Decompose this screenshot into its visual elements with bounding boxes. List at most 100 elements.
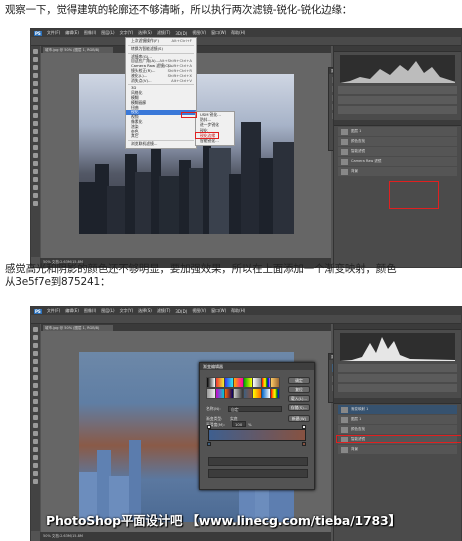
tool-icon[interactable]	[33, 375, 38, 380]
color-stop-start[interactable]	[207, 442, 211, 446]
menu-item[interactable]: 视图(V)	[192, 30, 206, 36]
menu-item-label: 转换为智能滤镜(S)	[131, 45, 163, 51]
menu-item[interactable]: 滤镜(T)	[157, 308, 171, 314]
tool-icon[interactable]	[33, 359, 38, 364]
tool-icon[interactable]	[33, 161, 38, 166]
new-button[interactable]: 新建(W)	[288, 415, 310, 422]
menu-item[interactable]: 图像(I)	[84, 308, 96, 314]
menu-item[interactable]: 图像(I)	[84, 30, 96, 36]
tool-icon[interactable]	[33, 121, 38, 126]
filter-menu-item[interactable]: 转换为智能滤镜(S)	[126, 45, 196, 52]
tool-icon[interactable]	[33, 327, 38, 332]
tool-icon[interactable]	[33, 57, 38, 62]
name-field[interactable]: 自定	[228, 406, 282, 412]
menu-item[interactable]: 3D(D)	[175, 309, 187, 314]
tool-icon[interactable]	[33, 129, 38, 134]
menu-item[interactable]: 文字(Y)	[120, 308, 134, 314]
filter-menu-item[interactable]: 浏览联机滤镜...	[126, 141, 196, 147]
layer-row[interactable]: 图层 1	[338, 415, 457, 424]
caption-step2-line2: 从3e5f7e到875241：	[5, 276, 111, 288]
tool-icon[interactable]	[33, 399, 38, 404]
document-tab[interactable]: 城市.jpg @ 50% (图层 1, RGB/8)	[43, 325, 113, 331]
tool-icon[interactable]	[33, 201, 38, 206]
layer-row[interactable]: Camera Raw 滤镜	[338, 157, 457, 166]
menu-item[interactable]: 帮助(H)	[231, 30, 245, 36]
layer-thumbnail	[341, 416, 348, 423]
status-bar: 50% 文档:2.63M/15.8M	[40, 532, 331, 541]
smoothness-field[interactable]: 100	[232, 421, 246, 427]
filter-menu-item[interactable]: 其它	[126, 133, 196, 139]
tool-icon[interactable]	[33, 49, 38, 54]
photoshop-window-1: PS 文件(F) 编辑(E) 图像(I) 图层(L) 文字(Y) 选择(S) 滤镜(T) 3D(…	[30, 28, 462, 268]
ok-button[interactable]: 确定	[288, 377, 310, 384]
options-bar	[31, 315, 461, 324]
tool-icon[interactable]	[33, 439, 38, 444]
menu-item[interactable]: 编辑(E)	[65, 308, 79, 314]
tool-icon[interactable]	[33, 383, 38, 388]
filter-menu-item[interactable]: 上次滤镜操作(F) Alt+Ctrl+F	[126, 38, 196, 44]
tool-icon[interactable]	[33, 73, 38, 78]
reset-button[interactable]: 复位	[288, 386, 310, 393]
layer-row[interactable]: 背景	[338, 445, 457, 454]
menu-item[interactable]: 编辑(E)	[65, 30, 79, 36]
menu-item[interactable]: 图层(L)	[101, 308, 114, 314]
color-stop-end[interactable]	[302, 442, 306, 446]
tool-icon[interactable]	[33, 471, 38, 476]
tool-icon[interactable]	[33, 463, 38, 468]
tool-icon[interactable]	[33, 343, 38, 348]
menu-item[interactable]: 选择(S)	[138, 30, 152, 36]
layer-row[interactable]: 颜色查找	[338, 425, 457, 434]
tool-icon[interactable]	[33, 137, 38, 142]
menu-item[interactable]: 图层(L)	[101, 30, 114, 36]
tool-icon[interactable]	[33, 423, 38, 428]
tool-icon[interactable]	[33, 431, 38, 436]
load-button[interactable]: 载入(L)...	[288, 395, 310, 402]
menu-item[interactable]: 文件(F)	[47, 308, 60, 314]
stops-panel	[208, 469, 308, 478]
tool-icon[interactable]	[33, 113, 38, 118]
tool-icon[interactable]	[33, 335, 38, 340]
tool-icon[interactable]	[33, 367, 38, 372]
menu-item[interactable]: 窗口(W)	[211, 30, 226, 36]
tool-icon[interactable]	[33, 455, 38, 460]
menu-item[interactable]: 文件(F)	[47, 30, 60, 36]
layer-row[interactable]: 图层 1	[338, 127, 457, 136]
layer-row[interactable]: 背景	[338, 167, 457, 176]
menu-item[interactable]: 帮助(H)	[231, 308, 245, 314]
tool-icon[interactable]	[33, 391, 38, 396]
layer-row[interactable]: 颜色查找	[338, 137, 457, 146]
menu-item[interactable]: 窗口(W)	[211, 308, 226, 314]
menu-item[interactable]: 3D(D)	[175, 31, 187, 36]
menu-item[interactable]: 文字(Y)	[120, 30, 134, 36]
tool-icon[interactable]	[33, 177, 38, 182]
save-button[interactable]: 存储(S)...	[288, 404, 310, 411]
layer-name: Camera Raw 滤镜	[351, 159, 382, 163]
tool-icon[interactable]	[33, 415, 38, 420]
layer-row[interactable]: 智能滤镜	[338, 147, 457, 156]
menu-bar: PS 文件(F) 编辑(E) 图像(I) 图层(L) 文字(Y) 选择(S) 滤镜(T) 3D(…	[31, 307, 461, 315]
tool-icon[interactable]	[33, 407, 38, 412]
tool-icon[interactable]	[33, 193, 38, 198]
tool-icon[interactable]	[33, 185, 38, 190]
gradient-bar[interactable]	[208, 429, 306, 441]
smoothness-unit: %	[248, 422, 252, 427]
tool-icon[interactable]	[33, 145, 38, 150]
tool-icon[interactable]	[33, 153, 38, 158]
tool-icon[interactable]	[33, 351, 38, 356]
tool-icon[interactable]	[33, 105, 38, 110]
menu-item[interactable]: 视图(V)	[192, 308, 206, 314]
right-panels: 图层 1 颜色查找 智能滤镜 Camera Raw 滤镜背景	[333, 46, 461, 267]
tool-icon[interactable]	[33, 81, 38, 86]
tool-icon[interactable]	[33, 89, 38, 94]
gradient-editor-dialog: 渐变编辑器 确定 复位 载入(L)... 存储(S)... 名称(N): 自定 …	[199, 362, 315, 490]
tool-icon[interactable]	[33, 169, 38, 174]
menu-item[interactable]: 选择(S)	[138, 308, 152, 314]
filter-menu-item[interactable]: 消失点(V)... Alt+Ctrl+V	[126, 78, 196, 84]
layer-row[interactable]: 渐变映射 1	[338, 405, 457, 414]
tool-icon[interactable]	[33, 97, 38, 102]
tool-icon[interactable]	[33, 479, 38, 484]
menu-item[interactable]: 滤镜(T)	[157, 30, 171, 36]
tool-icon[interactable]	[33, 447, 38, 452]
document-tab[interactable]: 城市.jpg @ 50% (图层 1, RGB/8)	[43, 47, 113, 53]
tool-icon[interactable]	[33, 65, 38, 70]
